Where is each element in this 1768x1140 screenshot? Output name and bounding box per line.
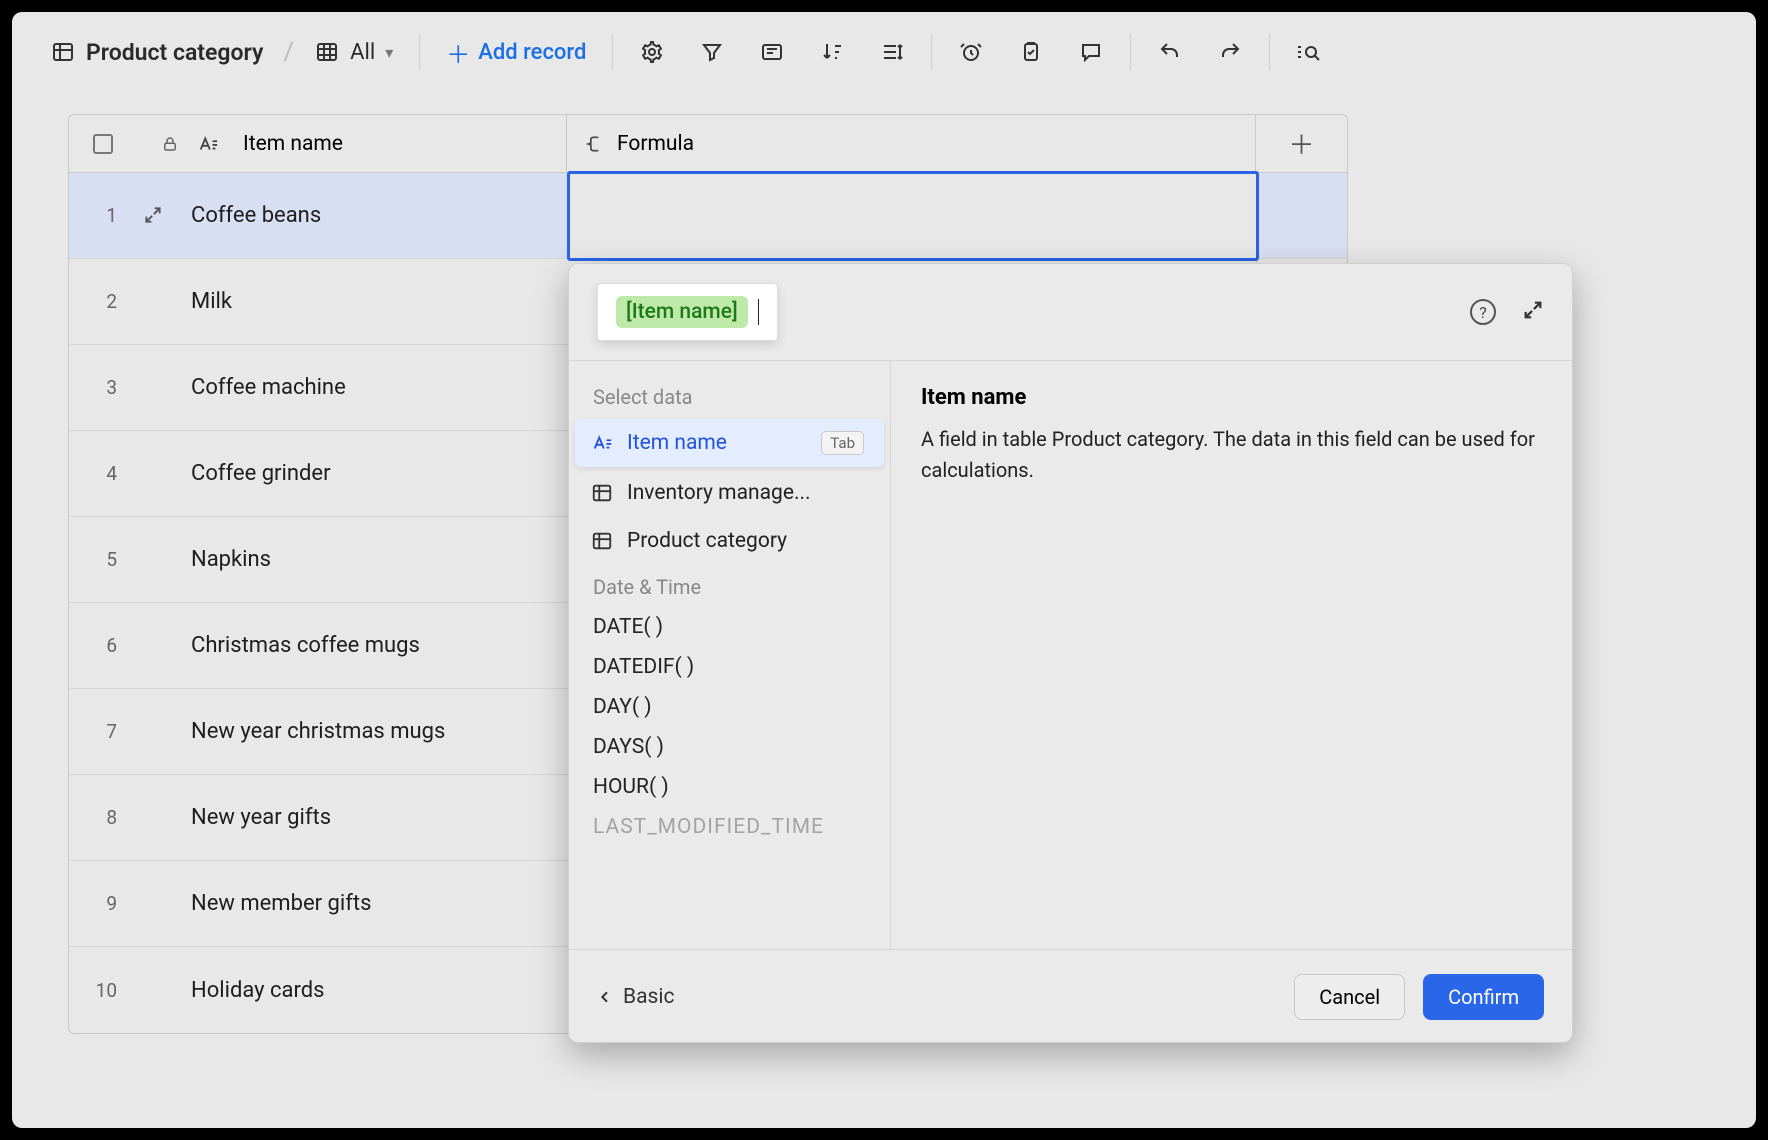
function-option[interactable]: LAST_MODIFIED_TIME xyxy=(569,807,890,847)
function-option[interactable]: DAYS( ) xyxy=(569,727,890,767)
table-icon xyxy=(50,39,76,65)
text-field-icon xyxy=(197,133,219,155)
sort-icon[interactable] xyxy=(819,39,845,65)
settings-icon[interactable] xyxy=(639,39,665,65)
tab-hint: Tab xyxy=(821,431,864,455)
cell-item-name[interactable]: New year christmas mugs xyxy=(191,719,445,744)
detail-body: A field in table Product category. The d… xyxy=(921,424,1542,486)
field-chip-item-name[interactable]: [Item name] xyxy=(616,296,748,328)
expand-record-placeholder xyxy=(143,635,165,657)
row-number: 7 xyxy=(91,720,117,743)
expand-record-icon[interactable] xyxy=(143,205,165,227)
function-option[interactable]: DATE( ) xyxy=(569,607,890,647)
option-item-name[interactable]: Item name Tab xyxy=(575,419,884,467)
option-product-category[interactable]: Product category xyxy=(569,517,890,565)
row-number: 6 xyxy=(91,634,117,657)
clipboard-icon[interactable] xyxy=(1018,39,1044,65)
text-cursor xyxy=(758,299,759,325)
expand-record-placeholder xyxy=(143,549,165,571)
plus-icon: ＋ xyxy=(446,35,470,70)
chevron-left-icon xyxy=(597,989,613,1005)
add-column-button[interactable]: ＋ xyxy=(1255,115,1347,172)
cell-item-name[interactable]: Milk xyxy=(191,289,232,314)
option-label: Item name xyxy=(627,431,727,455)
table-icon xyxy=(591,530,613,552)
redo-icon[interactable] xyxy=(1217,39,1243,65)
grid-header: Item name Formula ＋ xyxy=(69,115,1347,173)
row-number: 1 xyxy=(91,204,117,227)
group-date-time: Date & Time xyxy=(569,565,890,607)
formula-cell-active[interactable] xyxy=(567,171,1259,261)
formula-editor-popup: [Item name] ? Select data Item name Tab xyxy=(568,263,1573,1043)
column-formula-label: Formula xyxy=(617,132,694,156)
back-label: Basic xyxy=(623,985,674,1009)
select-all-checkbox[interactable] xyxy=(93,134,113,154)
column-formula[interactable]: Formula xyxy=(567,115,1255,172)
cell-item-name[interactable]: Christmas coffee mugs xyxy=(191,633,420,658)
table-icon xyxy=(591,482,613,504)
confirm-button[interactable]: Confirm xyxy=(1423,974,1544,1020)
text-field-icon xyxy=(591,432,613,454)
toolbar: Product category / All ▾ ＋ Add record xyxy=(12,12,1756,92)
add-record-button[interactable]: ＋ Add record xyxy=(432,35,600,70)
add-record-label: Add record xyxy=(478,40,586,65)
group-select-data: Select data xyxy=(569,375,890,417)
cell-item-name[interactable]: Coffee beans xyxy=(191,203,321,228)
row-number: 10 xyxy=(91,979,117,1002)
expand-record-placeholder xyxy=(143,721,165,743)
option-inventory[interactable]: Inventory manage... xyxy=(569,469,890,517)
row-number: 9 xyxy=(91,892,117,915)
row-number: 8 xyxy=(91,806,117,829)
chevron-down-icon: ▾ xyxy=(385,43,393,62)
find-icon[interactable] xyxy=(1296,39,1322,65)
grid-view-icon xyxy=(314,39,340,65)
view-label: All xyxy=(350,40,375,65)
expand-record-placeholder xyxy=(143,893,165,915)
group-icon[interactable] xyxy=(759,39,785,65)
cell-item-name[interactable]: New member gifts xyxy=(191,891,371,916)
expand-record-placeholder xyxy=(143,979,165,1001)
row-number: 2 xyxy=(91,290,117,313)
lock-icon xyxy=(161,135,179,153)
function-option[interactable]: HOUR( ) xyxy=(569,767,890,807)
view-selector[interactable]: All ▾ xyxy=(300,39,407,65)
cell-item-name[interactable]: New year gifts xyxy=(191,805,331,830)
expand-icon[interactable] xyxy=(1522,299,1544,325)
table-title[interactable]: Product category xyxy=(86,39,263,66)
filter-icon[interactable] xyxy=(699,39,725,65)
function-option[interactable]: DAY( ) xyxy=(569,687,890,727)
suggestion-detail: Item name A field in table Product categ… xyxy=(891,361,1572,949)
formula-icon xyxy=(585,134,605,154)
formula-input[interactable]: [Item name] xyxy=(597,283,778,341)
undo-icon[interactable] xyxy=(1157,39,1183,65)
column-item-name[interactable]: Item name xyxy=(243,132,343,156)
cell-item-name[interactable]: Coffee grinder xyxy=(191,461,331,486)
option-label: Product category xyxy=(627,529,787,553)
row-height-icon[interactable] xyxy=(879,39,905,65)
row-number: 4 xyxy=(91,462,117,485)
cell-item-name[interactable]: Holiday cards xyxy=(191,978,325,1003)
expand-record-placeholder xyxy=(143,807,165,829)
cell-item-name[interactable]: Coffee machine xyxy=(191,375,346,400)
reminder-icon[interactable] xyxy=(958,39,984,65)
back-button[interactable]: Basic xyxy=(597,985,674,1009)
comment-icon[interactable] xyxy=(1078,39,1104,65)
row-number: 3 xyxy=(91,376,117,399)
detail-title: Item name xyxy=(921,385,1542,410)
function-option[interactable]: DATEDIF( ) xyxy=(569,647,890,687)
option-label: Inventory manage... xyxy=(627,481,811,505)
expand-record-placeholder xyxy=(143,463,165,485)
row-number: 5 xyxy=(91,548,117,571)
help-icon[interactable]: ? xyxy=(1470,299,1496,325)
suggestion-list: Select data Item name Tab Inventory mana… xyxy=(569,361,891,949)
cell-item-name[interactable]: Napkins xyxy=(191,547,271,572)
expand-record-placeholder xyxy=(143,291,165,313)
cancel-button[interactable]: Cancel xyxy=(1294,974,1405,1020)
expand-record-placeholder xyxy=(143,377,165,399)
